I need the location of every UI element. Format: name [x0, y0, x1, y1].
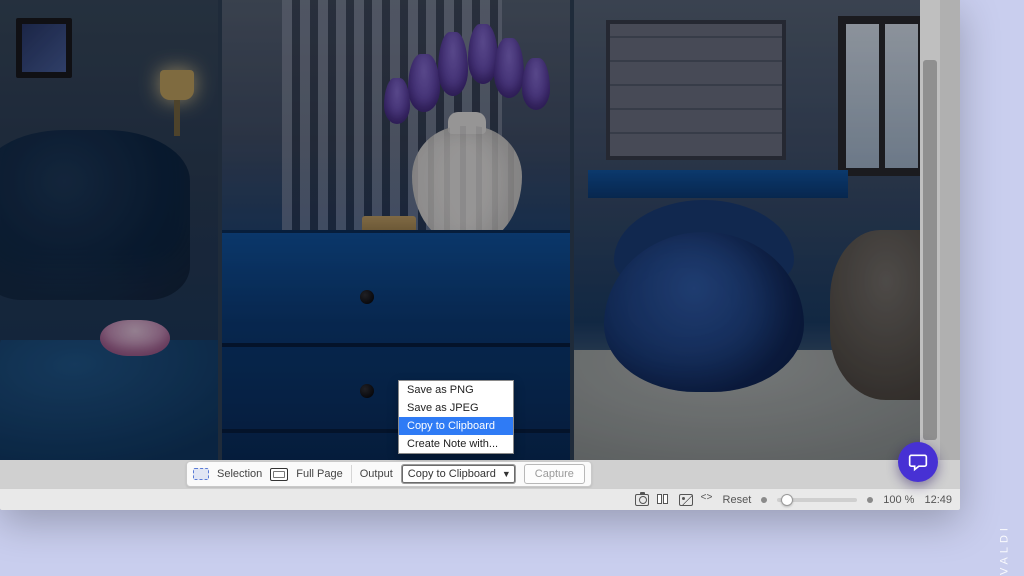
- flowers: [372, 24, 570, 144]
- gallery-image-3: [574, 0, 940, 460]
- vertical-scrollbar[interactable]: [920, 0, 940, 460]
- gold-box: [362, 216, 416, 246]
- chevron-down-icon: ▼: [502, 469, 511, 479]
- output-label: Output: [360, 468, 393, 480]
- watermark-text: VIVALDI: [998, 524, 1010, 576]
- status-icons: <>: [635, 494, 713, 506]
- vase: [412, 126, 522, 246]
- vase-ribs: [412, 126, 522, 246]
- zoom-reset[interactable]: Reset: [723, 494, 752, 506]
- gallery-image-2: [222, 0, 570, 460]
- full-page-icon: [270, 468, 288, 481]
- dresser: [222, 230, 570, 460]
- scrollbar-thumb[interactable]: [923, 60, 937, 440]
- output-menu[interactable]: Save as PNGSave as JPEGCopy to Clipboard…: [398, 380, 514, 454]
- output-menu-item[interactable]: Save as PNG: [399, 381, 513, 399]
- clock: 12:49: [924, 494, 952, 506]
- bed: [0, 130, 190, 300]
- vivaldi-watermark: VIVALDI: [998, 524, 1010, 576]
- window: [838, 16, 926, 176]
- output-menu-item[interactable]: Save as JPEG: [399, 399, 513, 417]
- striped-wall: [282, 0, 502, 260]
- capture-button[interactable]: Capture: [524, 464, 585, 484]
- zoom-slider-thumb[interactable]: [781, 494, 793, 506]
- code-icon[interactable]: <>: [701, 494, 713, 506]
- zoom-slider[interactable]: [777, 498, 857, 502]
- selection-toggle[interactable]: Selection: [217, 468, 262, 480]
- drawer-knob: [360, 384, 374, 398]
- status-bar: <> Reset 100 % 12:49: [0, 488, 960, 510]
- zoom-value: 100 %: [883, 494, 914, 506]
- decor-bowl: [100, 320, 170, 356]
- full-page-toggle[interactable]: Full Page: [296, 468, 342, 480]
- output-menu-item[interactable]: Copy to Clipboard: [399, 417, 513, 435]
- output-select[interactable]: Copy to Clipboard ▼: [401, 464, 516, 484]
- gallery-image-1: [0, 0, 218, 460]
- output-menu-item[interactable]: Create Note with...: [399, 435, 513, 453]
- armchair: [604, 232, 804, 392]
- desk: [588, 170, 848, 198]
- zoom-slider-max: [867, 497, 873, 503]
- chat-icon: [908, 452, 928, 472]
- output-select-value: Copy to Clipboard: [408, 468, 496, 480]
- screenshot-stage: Save as PNGSave as JPEGCopy to Clipboard…: [0, 0, 1024, 576]
- armchair-back: [614, 200, 794, 280]
- rug: [0, 340, 218, 460]
- tile-view-icon[interactable]: [657, 494, 671, 506]
- browser-window: Save as PNGSave as JPEGCopy to Clipboard…: [0, 0, 960, 510]
- image-toggle-icon[interactable]: [679, 494, 693, 506]
- grid-wall-art: [606, 20, 786, 160]
- separator: [351, 465, 352, 483]
- chat-fab[interactable]: [898, 442, 938, 482]
- area-rug: [574, 350, 940, 460]
- lamp-shade: [160, 70, 194, 100]
- camera-icon[interactable]: [635, 494, 649, 506]
- capture-toolbar: Selection Full Page Output Copy to Clipb…: [186, 461, 592, 487]
- lamp-stem: [174, 100, 180, 136]
- drawer-knob: [360, 290, 374, 304]
- wall-art: [16, 18, 72, 78]
- zoom-slider-min: [761, 497, 767, 503]
- selection-icon: [193, 468, 209, 480]
